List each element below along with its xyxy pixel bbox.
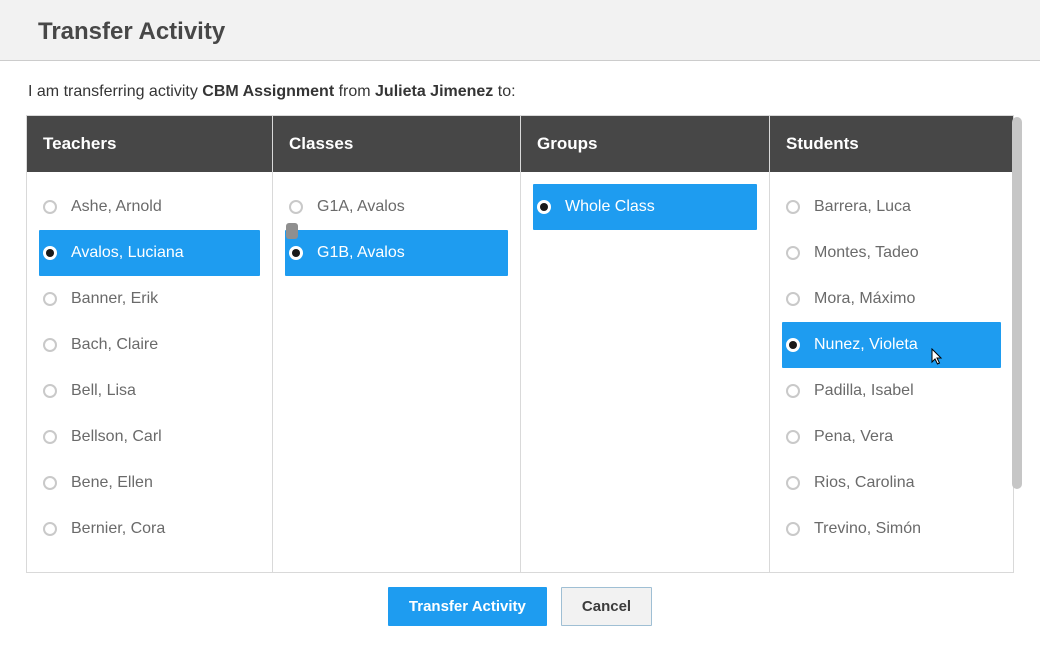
sentence-mid: from — [334, 83, 375, 100]
list-item-label: Nunez, Violeta — [814, 336, 918, 354]
radio-icon[interactable] — [43, 384, 57, 398]
column-classes: Classes G1A, Avalos G1B, Avalos — [273, 116, 521, 572]
list-item-label: Avalos, Luciana — [71, 244, 184, 262]
radio-icon[interactable] — [43, 522, 57, 536]
list-item[interactable]: G1B, Avalos — [285, 230, 508, 276]
list-item[interactable]: Rios, Carolina — [782, 460, 1001, 506]
sentence-suffix: to: — [493, 83, 515, 100]
activity-name: CBM Assignment — [202, 83, 334, 100]
list-item[interactable]: Mora, Máximo — [782, 276, 1001, 322]
radio-icon[interactable] — [43, 246, 57, 260]
column-header-classes: Classes — [273, 116, 520, 172]
column-header-groups: Groups — [521, 116, 769, 172]
radio-icon[interactable] — [43, 476, 57, 490]
list-item[interactable]: Bellson, Carl — [39, 414, 260, 460]
list-item-label: Mora, Máximo — [814, 290, 915, 308]
list-item[interactable]: Pena, Vera — [782, 414, 1001, 460]
list-item-label: Banner, Erik — [71, 290, 158, 308]
scrollbar-thumb[interactable] — [1012, 117, 1022, 489]
radio-icon[interactable] — [786, 430, 800, 444]
list-item[interactable]: Barrera, Luca — [782, 184, 1001, 230]
classes-list[interactable]: G1A, Avalos G1B, Avalos — [273, 172, 520, 572]
list-item-label: G1A, Avalos — [317, 198, 405, 216]
column-students: Students Barrera, Luca Montes, Tadeo Mora,… — [770, 116, 1013, 572]
list-item-label: Bellson, Carl — [71, 428, 162, 446]
dialog-footer: Transfer Activity Cancel — [0, 573, 1040, 628]
list-item[interactable]: Bernier, Cora — [39, 506, 260, 552]
groups-list[interactable]: Whole Class — [521, 172, 769, 572]
column-header-teachers: Teachers — [27, 116, 272, 172]
column-groups: Groups Whole Class — [521, 116, 770, 572]
radio-icon[interactable] — [43, 430, 57, 444]
radio-icon[interactable] — [786, 246, 800, 260]
pointer-cursor-icon — [928, 348, 946, 368]
list-item-label: Bernier, Cora — [71, 520, 165, 538]
list-item-label: Montes, Tadeo — [814, 244, 919, 262]
teachers-scroll-thumb[interactable] — [286, 223, 298, 239]
grid-scrollbar[interactable] — [1012, 117, 1022, 571]
list-item-label: Ashe, Arnold — [71, 198, 162, 216]
list-item-label: Whole Class — [565, 198, 655, 216]
grid-wrap: Teachers Ashe, Arnold Avalos, Luciana Bann… — [26, 115, 1014, 573]
list-item[interactable]: Bach, Claire — [39, 322, 260, 368]
list-item[interactable]: Whole Class — [533, 184, 757, 230]
sentence-prefix: I am transferring activity — [28, 83, 202, 100]
list-item[interactable]: Nunez, Violeta — [782, 322, 1001, 368]
selection-grid: Teachers Ashe, Arnold Avalos, Luciana Bann… — [26, 115, 1014, 573]
list-item-label: Bene, Ellen — [71, 474, 153, 492]
radio-icon[interactable] — [786, 384, 800, 398]
radio-icon[interactable] — [537, 200, 551, 214]
radio-icon[interactable] — [43, 200, 57, 214]
radio-icon[interactable] — [786, 522, 800, 536]
list-item[interactable]: Padilla, Isabel — [782, 368, 1001, 414]
radio-icon[interactable] — [786, 476, 800, 490]
list-item-label: Padilla, Isabel — [814, 382, 914, 400]
radio-icon[interactable] — [43, 338, 57, 352]
list-item-label: Rios, Carolina — [814, 474, 914, 492]
students-list[interactable]: Barrera, Luca Montes, Tadeo Mora, Máximo Nu… — [770, 172, 1013, 572]
list-item-label: Bach, Claire — [71, 336, 158, 354]
radio-icon[interactable] — [786, 338, 800, 352]
radio-icon[interactable] — [43, 292, 57, 306]
page-title: Transfer Activity — [38, 18, 1012, 46]
list-item[interactable]: G1A, Avalos — [285, 184, 508, 230]
radio-icon[interactable] — [786, 200, 800, 214]
list-item[interactable]: Trevino, Simón — [782, 506, 1001, 552]
list-item[interactable]: Bell, Lisa — [39, 368, 260, 414]
list-item[interactable]: Montes, Tadeo — [782, 230, 1001, 276]
list-item[interactable]: Banner, Erik — [39, 276, 260, 322]
cancel-button[interactable]: Cancel — [561, 587, 652, 626]
dialog-header: Transfer Activity — [0, 0, 1040, 61]
from-name: Julieta Jimenez — [375, 83, 493, 100]
radio-icon[interactable] — [289, 200, 303, 214]
list-item[interactable]: Bene, Ellen — [39, 460, 260, 506]
column-teachers: Teachers Ashe, Arnold Avalos, Luciana Bann… — [27, 116, 273, 572]
teachers-list[interactable]: Ashe, Arnold Avalos, Luciana Banner, Erik B… — [27, 172, 272, 572]
transfer-button[interactable]: Transfer Activity — [388, 587, 547, 626]
transfer-sentence: I am transferring activity CBM Assignmen… — [0, 61, 1040, 115]
radio-icon[interactable] — [289, 246, 303, 260]
list-item-label: Barrera, Luca — [814, 198, 911, 216]
list-item-label: Trevino, Simón — [814, 520, 921, 538]
column-header-students: Students — [770, 116, 1013, 172]
radio-icon[interactable] — [786, 292, 800, 306]
list-item[interactable]: Ashe, Arnold — [39, 184, 260, 230]
list-item[interactable]: Avalos, Luciana — [39, 230, 260, 276]
list-item-label: Pena, Vera — [814, 428, 893, 446]
list-item-label: G1B, Avalos — [317, 244, 405, 262]
page: Transfer Activity I am transferring acti… — [0, 0, 1040, 650]
list-item-label: Bell, Lisa — [71, 382, 136, 400]
